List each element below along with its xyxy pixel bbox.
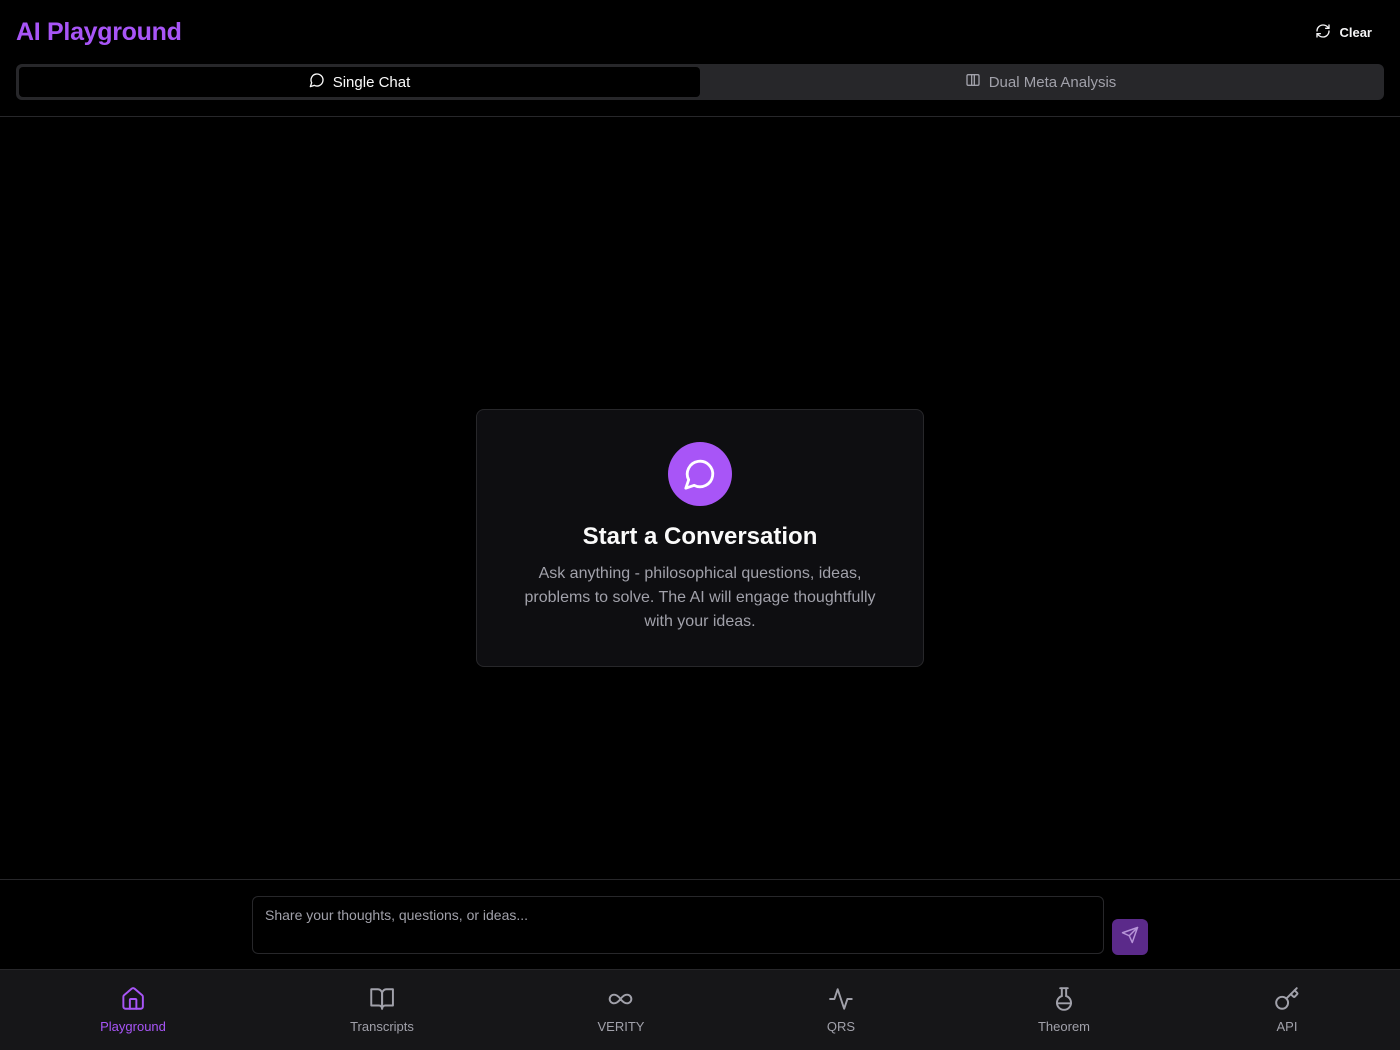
tab-label: Dual Meta Analysis bbox=[988, 73, 1117, 91]
nav-label: Theorem bbox=[1037, 1019, 1091, 1034]
empty-state-description: Ask anything - philosophical questions, … bbox=[524, 565, 876, 630]
app-title: AI Playground bbox=[16, 18, 182, 46]
send-icon bbox=[1121, 926, 1139, 949]
nav-label: QRS bbox=[826, 1019, 856, 1034]
empty-state-title: Start a Conversation bbox=[582, 523, 818, 550]
key-icon bbox=[1274, 986, 1300, 1015]
tab-dual-meta-analysis[interactable]: Dual Meta Analysis bbox=[700, 67, 1381, 97]
home-icon bbox=[120, 986, 146, 1015]
tab-label: Single Chat bbox=[332, 73, 411, 91]
bottom-nav: Playground Transcripts VERITY QRS Theore… bbox=[0, 969, 1400, 1050]
message-input[interactable] bbox=[252, 896, 1104, 954]
activity-icon bbox=[828, 986, 854, 1015]
tab-single-chat[interactable]: Single Chat bbox=[19, 67, 700, 97]
message-circle-icon bbox=[309, 72, 325, 92]
nav-label: Transcripts bbox=[350, 1019, 414, 1034]
nav-item-verity[interactable]: VERITY bbox=[597, 986, 645, 1034]
flask-icon bbox=[1051, 986, 1077, 1015]
infinity-icon bbox=[608, 986, 634, 1015]
nav-item-qrs[interactable]: QRS bbox=[827, 986, 855, 1034]
empty-state-card: Start a Conversation Ask anything - phil… bbox=[476, 409, 924, 667]
nav-item-playground[interactable]: Playground bbox=[100, 986, 166, 1034]
send-button[interactable] bbox=[1112, 919, 1148, 955]
nav-label: API bbox=[1276, 1019, 1298, 1034]
header: AI Playground Clear Single Chat Dual Met… bbox=[0, 0, 1400, 117]
clear-button-label: Clear bbox=[1339, 24, 1372, 40]
mode-tabs: Single Chat Dual Meta Analysis bbox=[16, 64, 1384, 100]
refresh-icon bbox=[1315, 23, 1331, 42]
nav-item-transcripts[interactable]: Transcripts bbox=[350, 986, 414, 1034]
nav-label: VERITY bbox=[597, 1019, 645, 1034]
message-circle-icon bbox=[668, 442, 732, 506]
columns-icon bbox=[965, 72, 981, 92]
book-open-icon bbox=[369, 986, 395, 1015]
nav-item-api[interactable]: API bbox=[1274, 986, 1300, 1034]
nav-label: Playground bbox=[100, 1019, 166, 1034]
nav-item-theorem[interactable]: Theorem bbox=[1038, 986, 1090, 1034]
clear-button[interactable]: Clear bbox=[1303, 18, 1384, 46]
composer bbox=[0, 879, 1400, 969]
